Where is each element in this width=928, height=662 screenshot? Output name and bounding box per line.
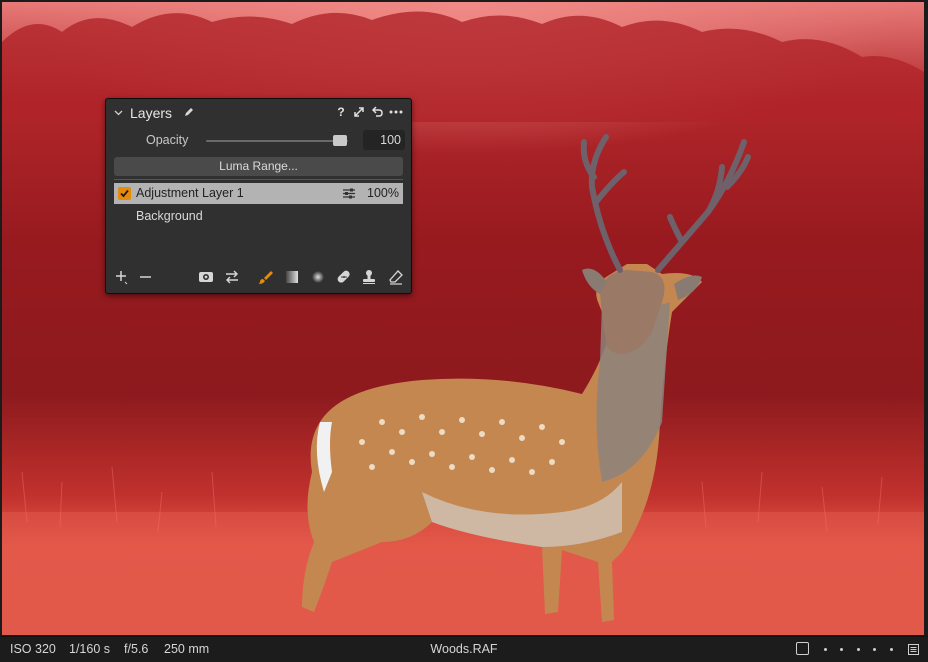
panel-title: Layers <box>130 105 173 121</box>
gradient-icon[interactable] <box>284 269 300 285</box>
eye-icon[interactable] <box>198 269 214 285</box>
checkmark-icon <box>120 189 129 198</box>
dot-icon[interactable] <box>873 648 876 651</box>
opacity-slider-knob[interactable] <box>333 135 347 146</box>
opacity-row: Opacity 100 <box>106 130 411 151</box>
layer-row-adjustment[interactable]: Adjustment Layer 1 100% <box>114 183 403 204</box>
image-viewer[interactable] <box>2 2 924 635</box>
dot-icon[interactable] <box>890 648 893 651</box>
reset-icon[interactable] <box>371 106 383 118</box>
opacity-slider[interactable] <box>206 135 348 146</box>
layer-name: Adjustment Layer 1 <box>136 186 244 200</box>
layer-name: Background <box>136 209 203 223</box>
dot-icon[interactable] <box>824 648 827 651</box>
remove-icon[interactable] <box>138 269 154 285</box>
divider <box>114 179 403 180</box>
pencil-icon[interactable] <box>183 106 195 118</box>
dot-icon[interactable] <box>840 648 843 651</box>
heal-icon[interactable] <box>336 269 352 285</box>
layer-row-background[interactable]: Background <box>114 206 403 227</box>
add-icon[interactable] <box>114 269 130 285</box>
layers-panel: Layers ? Opacity 100 Luma Range... Adjus… <box>105 98 412 294</box>
radial-icon[interactable] <box>310 269 326 285</box>
adjust-sliders-icon[interactable] <box>342 187 356 200</box>
opacity-value-field[interactable]: 100 <box>363 130 405 150</box>
layer-opacity: 100% <box>367 186 399 200</box>
expand-icon[interactable] <box>353 106 365 118</box>
chevron-down-icon[interactable] <box>114 108 123 117</box>
list-icon[interactable] <box>908 644 919 655</box>
dot-icon[interactable] <box>857 648 860 651</box>
square-icon[interactable] <box>796 642 809 655</box>
layer-visibility-checkbox[interactable] <box>118 187 131 200</box>
status-bar: ISO 320 1/160 s f/5.6 250 mm Woods.RAF <box>0 636 928 662</box>
clone-stamp-icon[interactable] <box>361 269 377 285</box>
question-icon[interactable]: ? <box>335 105 347 119</box>
brush-icon[interactable] <box>257 269 273 285</box>
luma-range-button[interactable]: Luma Range... <box>114 157 403 176</box>
layer-toolbar <box>106 267 411 287</box>
swap-icon[interactable] <box>224 269 240 285</box>
eraser-icon[interactable] <box>388 269 404 285</box>
panel-header: Layers ? <box>106 99 411 127</box>
more-icon[interactable] <box>389 106 403 118</box>
file-name: Woods.RAF <box>430 642 498 656</box>
deer-photo <box>2 11 924 635</box>
opacity-label: Opacity <box>146 133 189 147</box>
